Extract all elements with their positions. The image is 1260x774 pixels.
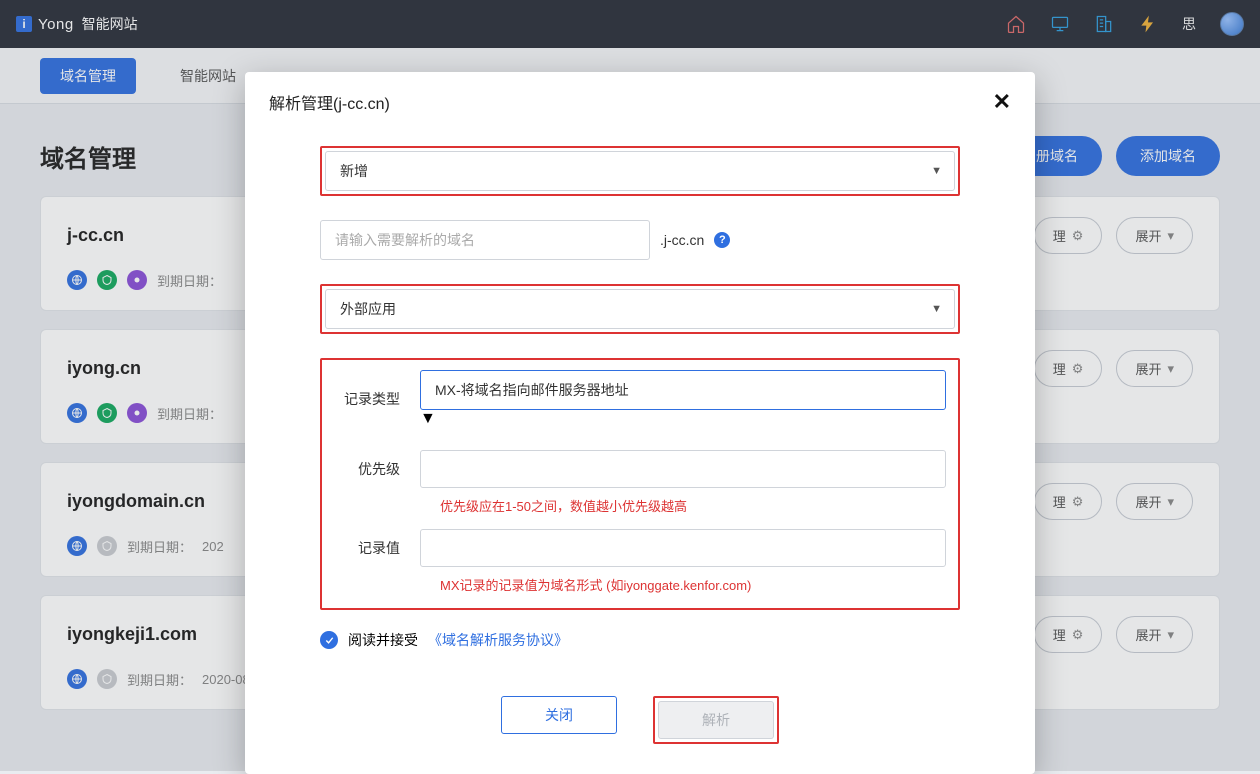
help-icon[interactable]: ?	[714, 232, 730, 248]
avatar[interactable]	[1220, 12, 1244, 36]
expire-label: 到期日期：	[127, 670, 192, 689]
building-icon[interactable]	[1094, 14, 1114, 34]
domain-name: j-cc.cn	[67, 225, 124, 246]
add-domain-button[interactable]: 添加域名	[1116, 136, 1220, 176]
monitor-icon[interactable]	[1050, 14, 1070, 34]
page-title: 域名管理	[40, 139, 136, 174]
domain-suffix: .j-cc.cn	[660, 232, 704, 248]
icp-badge-icon	[97, 669, 117, 689]
record-value-label: 记录值	[334, 538, 420, 558]
action-select-wrap: 新增 ▼	[320, 146, 960, 196]
bolt-icon[interactable]	[1138, 14, 1158, 34]
agreement-checkbox[interactable]	[320, 631, 338, 649]
subdomain-input[interactable]	[320, 220, 650, 260]
gear-icon: ⚙	[1072, 494, 1084, 510]
subdomain-row: .j-cc.cn ?	[320, 220, 960, 260]
globe-icon	[67, 536, 87, 556]
domain-name: iyongdomain.cn	[67, 491, 205, 512]
tab-domain-manage[interactable]: 域名管理	[40, 58, 136, 94]
brand-name: Yong	[38, 16, 74, 33]
agreement-prefix: 阅读并接受	[348, 630, 418, 650]
gear-icon: ⚙	[1072, 627, 1084, 643]
close-button[interactable]: 关闭	[501, 696, 617, 734]
domain-name: iyong.cn	[67, 358, 141, 379]
manage-button[interactable]: 理 ⚙	[1034, 483, 1103, 520]
record-value-hint: MX记录的记录值为域名形式 (如iyonggate.kenfor.com)	[440, 575, 946, 594]
brand-logo-icon: i	[16, 16, 32, 32]
record-value-input[interactable]	[420, 529, 946, 567]
gear-icon: ⚙	[1072, 361, 1084, 377]
record-badge-icon	[127, 403, 147, 423]
header-actions: 思	[1006, 12, 1244, 36]
record-type-label: 记录类型	[334, 389, 420, 409]
action-select[interactable]: 新增	[325, 151, 955, 191]
agreement-row: 阅读并接受 《域名解析服务协议》	[320, 630, 960, 650]
expire-date: 202	[202, 539, 224, 554]
expire-label: 到期日期：	[127, 537, 192, 556]
domain-name: iyongkeji1.com	[67, 624, 197, 645]
modal-title: 解析管理(j-cc.cn)	[269, 90, 390, 114]
record-type-select[interactable]: MX-将域名指向邮件服务器地址	[420, 370, 946, 410]
brand: i Yong 智能网站	[16, 14, 138, 34]
expand-button[interactable]: 展开 ▾	[1116, 217, 1193, 254]
close-icon[interactable]: ✕	[993, 91, 1011, 113]
resolve-modal: 解析管理(j-cc.cn) ✕ 新增 ▼ .j-cc.cn ? 外部应用 ▼	[245, 72, 1035, 774]
expire-label: 到期日期：	[157, 404, 222, 423]
resolve-button[interactable]: 解析	[658, 701, 774, 739]
resolve-button-highlight: 解析	[653, 696, 779, 744]
expand-button[interactable]: 展开 ▾	[1116, 616, 1193, 653]
chevron-down-icon: ▾	[1167, 361, 1174, 377]
priority-input[interactable]	[420, 450, 946, 488]
icp-badge-icon	[97, 536, 117, 556]
app-header: i Yong 智能网站 思	[0, 0, 1260, 48]
app-select-wrap: 外部应用 ▼	[320, 284, 960, 334]
globe-icon	[67, 270, 87, 290]
icp-badge-icon	[97, 403, 117, 423]
chevron-down-icon: ▾	[1167, 228, 1174, 244]
chevron-down-icon: ▼	[420, 410, 436, 427]
expand-button[interactable]: 展开 ▾	[1116, 483, 1193, 520]
manage-button[interactable]: 理 ⚙	[1034, 350, 1103, 387]
record-fields-group: 记录类型 MX-将域名指向邮件服务器地址 ▼ 优先级 优先级应在1-50之间，数…	[320, 358, 960, 610]
icp-badge-icon	[97, 270, 117, 290]
record-badge-icon	[127, 270, 147, 290]
agreement-link[interactable]: 《域名解析服务协议》	[428, 630, 568, 650]
brand-subtitle: 智能网站	[82, 14, 138, 34]
manage-button[interactable]: 理 ⚙	[1034, 616, 1103, 653]
manage-button[interactable]: 理 ⚙	[1034, 217, 1103, 254]
tab-smart-site[interactable]: 智能网站	[160, 58, 256, 94]
globe-icon	[67, 669, 87, 689]
record-type-select-wrap: MX-将域名指向邮件服务器地址 ▼	[420, 370, 946, 428]
user-label: 思	[1182, 14, 1196, 34]
modal-footer: 关闭 解析	[245, 672, 1035, 774]
priority-hint: 优先级应在1-50之间，数值越小优先级越高	[440, 496, 946, 515]
expand-button[interactable]: 展开 ▾	[1116, 350, 1193, 387]
gear-icon: ⚙	[1072, 228, 1084, 244]
chevron-down-icon: ▾	[1167, 627, 1174, 643]
app-select[interactable]: 外部应用	[325, 289, 955, 329]
priority-label: 优先级	[334, 459, 420, 479]
home-icon[interactable]	[1006, 14, 1026, 34]
chevron-down-icon: ▾	[1167, 494, 1174, 510]
globe-icon	[67, 403, 87, 423]
expire-label: 到期日期：	[157, 271, 222, 290]
